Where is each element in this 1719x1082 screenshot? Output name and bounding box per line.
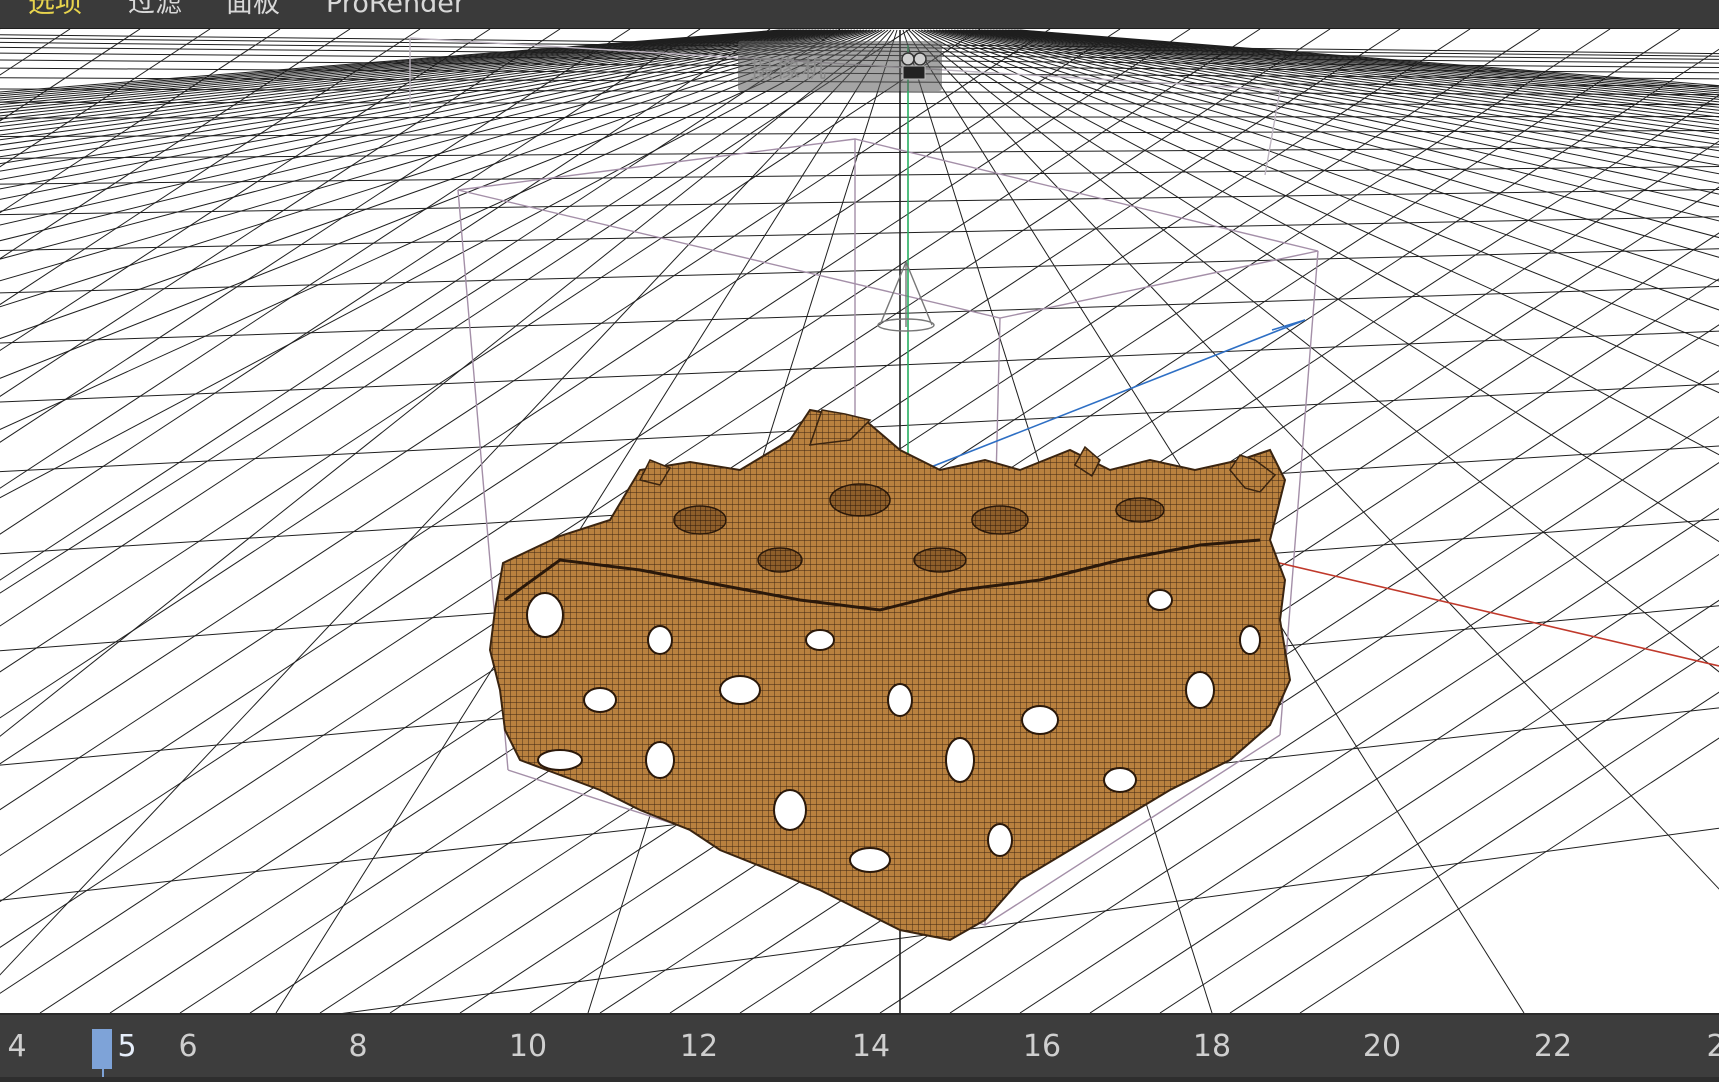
- timeline-tick: 2: [1706, 1029, 1719, 1064]
- camera-object: [877, 261, 935, 332]
- menu-item-panel[interactable]: 面板: [226, 0, 280, 20]
- timeline-tick: 6: [178, 1029, 198, 1064]
- timeline-tick: 16: [1022, 1029, 1062, 1064]
- timeline-tick: 20: [1362, 1029, 1402, 1064]
- menu-bar: 选项 过滤 面板 ProRender: [0, 0, 1719, 29]
- 3d-viewport[interactable]: 摄像机: [0, 29, 1719, 1013]
- timeline-tick: 8: [348, 1029, 368, 1064]
- timeline-tick: 12: [679, 1029, 719, 1064]
- timeline-tick: 22: [1533, 1029, 1573, 1064]
- timeline-tick: 18: [1192, 1029, 1232, 1064]
- timeline-tick: 14: [851, 1029, 891, 1064]
- timeline-tick: 10: [508, 1029, 548, 1064]
- camera-label: 摄像机: [750, 55, 828, 83]
- porous-mesh-object: [488, 408, 1292, 942]
- menu-item-filter[interactable]: 过滤: [128, 0, 182, 20]
- timeline-tick: 4: [7, 1029, 27, 1064]
- timeline-tick-current: 5: [117, 1029, 137, 1064]
- timeline-ruler[interactable]: 4 5 6 8 10 12 14 16 18 20 22 2: [0, 1013, 1719, 1082]
- menu-item-prorender[interactable]: ProRender: [326, 0, 465, 20]
- playhead-handle[interactable]: [92, 1029, 112, 1069]
- camera-icon[interactable]: [900, 51, 928, 81]
- menu-item-options[interactable]: 选项: [28, 0, 82, 20]
- camera-label-badge[interactable]: 摄像机: [738, 41, 942, 91]
- viewport-canvas[interactable]: [0, 29, 1719, 1013]
